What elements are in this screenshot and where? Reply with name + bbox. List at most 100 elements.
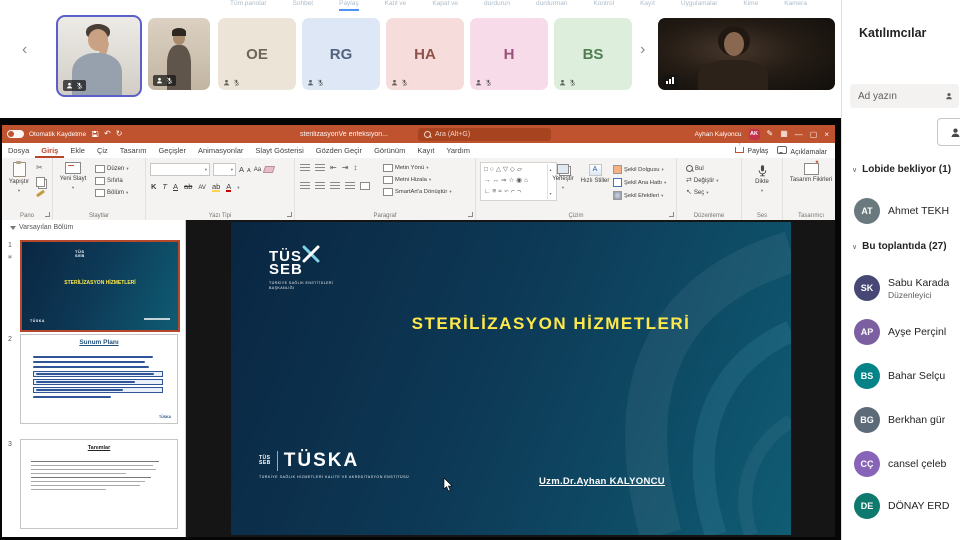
minimize-button[interactable]	[795, 130, 803, 139]
section-header[interactable]: Varsayılan Bölüm	[10, 224, 73, 231]
share-button[interactable]: Paylaş	[735, 147, 768, 155]
shape-effects-button[interactable]: Şekil Efektleri	[613, 191, 666, 200]
numbering-icon[interactable]	[315, 164, 325, 172]
find-button[interactable]: Bul	[686, 165, 718, 172]
menu-item[interactable]: Katıl ve	[385, 0, 407, 9]
menu-item[interactable]: Tüm panolar	[230, 0, 267, 9]
participant-row[interactable]: CÇ cansel çeleb	[854, 447, 960, 481]
shrink-font-button[interactable]	[247, 165, 251, 174]
menu-item[interactable]: Kamera	[784, 0, 807, 9]
gallery-prev-button[interactable]: ‹	[22, 42, 27, 58]
character-spacing-button[interactable]: AV	[198, 185, 206, 191]
dictate-button[interactable]: Dikte	[748, 164, 776, 193]
avatar-tile[interactable]: BS	[554, 18, 632, 90]
participant-row[interactable]: SK Sabu Karada Düzenleyici	[854, 271, 960, 305]
dialog-launcher[interactable]	[45, 212, 50, 217]
tab-animasyonlar[interactable]: Animasyonlar	[192, 143, 249, 158]
tab-yardim[interactable]: Yardım	[440, 143, 476, 158]
slide-thumbnail-3[interactable]: Tanımlar	[20, 439, 178, 529]
line-spacing-icon[interactable]	[353, 164, 357, 172]
menu-item[interactable]: durdurman	[536, 0, 567, 9]
tab-ciz[interactable]: Çiz	[91, 143, 114, 158]
underline-button[interactable]: A	[173, 182, 178, 191]
smartart-button[interactable]: SmartArt'a Dönüştür	[383, 188, 452, 196]
replace-button[interactable]: Değiştir	[686, 177, 718, 184]
align-left-icon[interactable]	[300, 182, 310, 190]
tab-kayit[interactable]: Kayıt	[411, 143, 440, 158]
dialog-launcher[interactable]	[287, 212, 292, 217]
bold-button[interactable]: K	[151, 182, 156, 191]
current-slide[interactable]: TÜS SEB TÜRKİYE SAĞLIK ENSTİTÜLERİ BAŞKA…	[231, 222, 791, 535]
avatar-tile[interactable]: HA	[386, 18, 464, 90]
font-color-button[interactable]: A	[226, 182, 231, 191]
slide-thumbnail-1[interactable]: TÜSSEB STERİLİZASYON HİZMETLERİ TÜSKA	[20, 240, 180, 332]
participant-row[interactable]: BG Berkhan gür	[854, 403, 960, 437]
slide-thumbnail-2[interactable]: Sunum Planı TÜSKA	[20, 334, 178, 424]
close-button[interactable]	[824, 130, 829, 139]
highlight-color-button[interactable]: ab	[212, 182, 220, 191]
participant-row[interactable]: DE DÖNAY ERD	[854, 489, 960, 523]
paste-button[interactable]: Yapıştır	[5, 162, 33, 193]
reset-button[interactable]: Sıfırla	[95, 177, 129, 185]
menu-item[interactable]: Sohbet	[293, 0, 314, 9]
tab-dosya[interactable]: Dosya	[2, 143, 35, 158]
shape-outline-button[interactable]: Şekil Ana Hattı	[613, 178, 666, 187]
design-ideas-button[interactable]: Tasarım Fikirleri	[789, 163, 833, 184]
document-title[interactable]: sterilizasyonVe enfeksiyon...	[300, 125, 388, 143]
pen-icon[interactable]	[767, 130, 774, 138]
participant-search-input[interactable]: Ad yazın	[850, 84, 959, 108]
format-painter-icon[interactable]	[36, 190, 45, 198]
account-avatar[interactable]: AK	[749, 129, 760, 140]
bullets-icon[interactable]	[300, 164, 310, 172]
ribbon-options-icon[interactable]	[780, 130, 788, 138]
justify-icon[interactable]	[345, 182, 355, 190]
save-icon[interactable]	[91, 130, 99, 138]
align-center-icon[interactable]	[315, 182, 325, 190]
arrange-button[interactable]: Yerleştir	[548, 164, 578, 190]
menu-item[interactable]: durdurun	[484, 0, 510, 9]
text-direction-button[interactable]: Metin Yönü	[383, 164, 452, 172]
tab-gozden-gecir[interactable]: Gözden Geçir	[310, 143, 368, 158]
menu-item[interactable]: Kontrol	[593, 0, 614, 9]
share-invite-button[interactable]	[937, 118, 960, 146]
participant-row[interactable]: AP Ayşe Perçinl	[854, 315, 960, 349]
redo-icon[interactable]	[116, 130, 123, 138]
cut-icon[interactable]	[36, 164, 45, 172]
comments-button[interactable]: Açıklamalar	[777, 146, 827, 156]
align-text-button[interactable]: Metni Hizala	[383, 176, 452, 184]
grow-font-button[interactable]	[239, 165, 244, 174]
dialog-launcher[interactable]	[669, 212, 674, 217]
menu-item[interactable]: Kayıt	[640, 0, 655, 9]
shapes-gallery[interactable]: □○△▽◇▱ →↔⇒☆◉⌂ ∟≡≈∽⌐¬	[480, 162, 557, 201]
avatar-tile[interactable]: H	[470, 18, 548, 90]
decrease-indent-icon[interactable]	[330, 164, 337, 172]
video-tile-selected[interactable]	[56, 15, 142, 97]
select-button[interactable]: Seç	[686, 189, 718, 196]
meeting-section-header[interactable]: Bu toplantıda (27)	[852, 241, 947, 252]
change-case-button[interactable]	[254, 167, 261, 173]
tab-ekle[interactable]: Ekle	[64, 143, 91, 158]
menu-item[interactable]: Uygulamalar	[681, 0, 718, 9]
copy-icon[interactable]	[36, 177, 45, 187]
align-right-icon[interactable]	[330, 182, 340, 190]
avatar-tile[interactable]: OE	[218, 18, 296, 90]
undo-icon[interactable]	[104, 130, 111, 138]
video-tile[interactable]	[148, 18, 210, 90]
italic-button[interactable]: T	[162, 182, 167, 191]
increase-indent-icon[interactable]	[342, 164, 349, 172]
layout-button[interactable]: Düzen	[95, 165, 129, 173]
menu-item-active[interactable]: Paylaş	[339, 0, 359, 9]
menu-item[interactable]: Kapat ve	[432, 0, 458, 9]
participant-row[interactable]: BS Bahar Selçu	[854, 359, 960, 393]
tab-slayt-gosterisi[interactable]: Slayt Gösterisi	[249, 143, 309, 158]
gallery-next-button[interactable]: ›	[640, 42, 645, 58]
dialog-launcher[interactable]	[468, 212, 473, 217]
avatar-tile[interactable]: RG	[302, 18, 380, 90]
lobby-section-header[interactable]: Lobide bekliyor (1)	[852, 164, 951, 175]
strikethrough-button[interactable]: ab	[184, 182, 192, 191]
video-tile-speaker[interactable]	[658, 18, 835, 90]
tab-gorunum[interactable]: Görünüm	[368, 143, 411, 158]
new-slide-button[interactable]: Yeni Slayt	[56, 162, 90, 190]
columns-icon[interactable]	[360, 182, 370, 190]
tab-tasarim[interactable]: Tasarım	[114, 143, 153, 158]
